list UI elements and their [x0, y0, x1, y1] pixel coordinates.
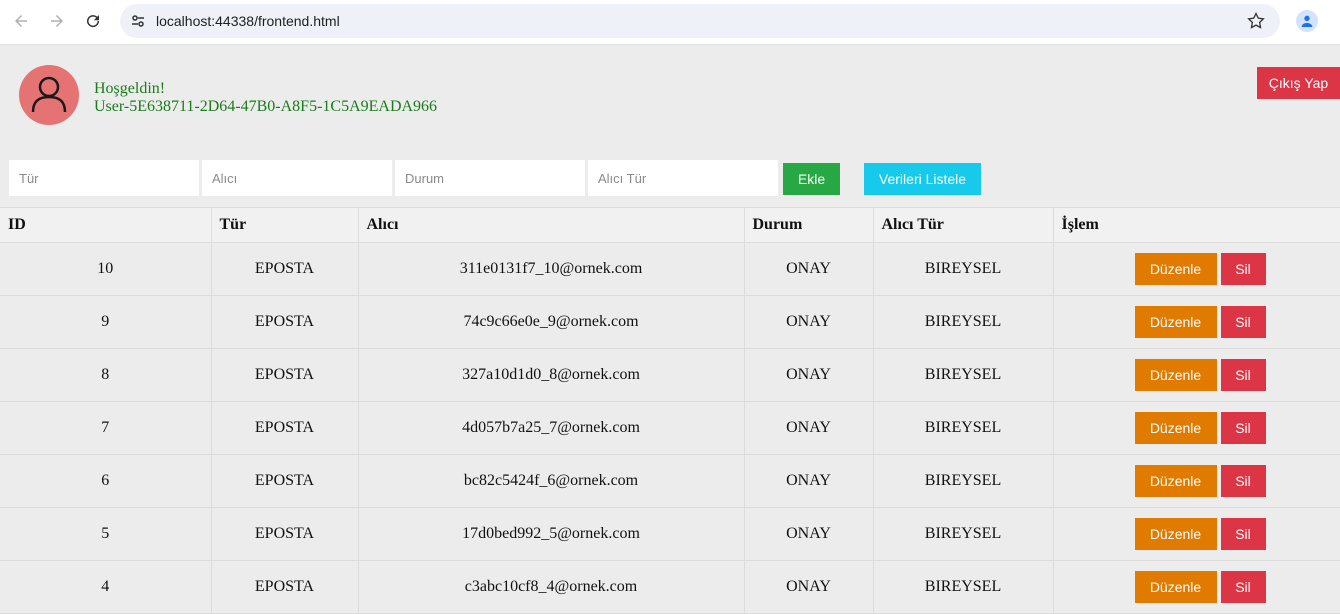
logout-button[interactable]: Çıkış Yap	[1257, 67, 1340, 99]
forward-arrow-icon[interactable]	[46, 10, 68, 32]
cell-alici: c3abc10cf8_4@ornek.com	[357, 560, 745, 614]
cell-alici: 74c9c66e0e_9@ornek.com	[357, 295, 745, 349]
cell-alici-tur: BIREYSEL	[872, 401, 1054, 455]
browser-toolbar: localhost:44338/frontend.html	[0, 0, 1340, 45]
cell-alici-tur: BIREYSEL	[872, 507, 1054, 561]
cell-durum: ONAY	[743, 454, 874, 508]
delete-button[interactable]: Sil	[1220, 253, 1266, 285]
cell-actions: Düzenle Sil	[1052, 295, 1340, 349]
address-bar[interactable]: localhost:44338/frontend.html	[120, 4, 1280, 38]
bookmark-star-icon[interactable]	[1246, 11, 1266, 31]
table-row: 4 EPOSTA c3abc10cf8_4@ornek.com ONAY BIREYSE…	[0, 560, 1340, 614]
edit-button[interactable]: Düzenle	[1134, 518, 1217, 550]
cell-tur: EPOSTA	[210, 348, 359, 402]
user-id-text: User-5E638711-2D64-47B0-A8F5-1C5A9EADA96…	[94, 98, 438, 115]
delete-button[interactable]: Sil	[1220, 412, 1266, 444]
edit-button[interactable]: Düzenle	[1134, 465, 1217, 497]
cell-durum: ONAY	[743, 348, 874, 402]
edit-button[interactable]: Düzenle	[1134, 253, 1217, 285]
cell-tur: EPOSTA	[210, 560, 359, 614]
cell-actions: Düzenle Sil	[1052, 560, 1340, 614]
header-durum: Durum	[743, 207, 874, 243]
cell-actions: Düzenle Sil	[1052, 348, 1340, 402]
cell-durum: ONAY	[743, 507, 874, 561]
table-row: 10 EPOSTA 311e0131f7_10@ornek.com ONAY BIREY…	[0, 242, 1340, 296]
cell-alici: 327a10d1d0_8@ornek.com	[357, 348, 745, 402]
header-alici-tur: Alıcı Tür	[872, 207, 1054, 243]
delete-button[interactable]: Sil	[1220, 359, 1266, 391]
cell-tur: EPOSTA	[210, 295, 359, 349]
delete-button[interactable]: Sil	[1220, 518, 1266, 550]
alici-tur-input[interactable]	[588, 160, 778, 196]
cell-id: 7	[0, 401, 212, 455]
add-button[interactable]: Ekle	[783, 163, 840, 195]
cell-tur: EPOSTA	[210, 242, 359, 296]
edit-button[interactable]: Düzenle	[1134, 359, 1217, 391]
cell-alici-tur: BIREYSEL	[872, 242, 1054, 296]
cell-alici: bc82c5424f_6@ornek.com	[357, 454, 745, 508]
header-alici: Alıcı	[357, 207, 745, 243]
user-avatar-icon	[19, 65, 79, 125]
cell-alici: 311e0131f7_10@ornek.com	[357, 242, 745, 296]
cell-actions: Düzenle Sil	[1052, 242, 1340, 296]
cell-id: 5	[0, 507, 212, 561]
cell-id: 6	[0, 454, 212, 508]
cell-alici-tur: BIREYSEL	[872, 560, 1054, 614]
cell-alici: 4d057b7a25_7@ornek.com	[357, 401, 745, 455]
cell-actions: Düzenle Sil	[1052, 507, 1340, 561]
cell-tur: EPOSTA	[210, 507, 359, 561]
cell-id: 9	[0, 295, 212, 349]
edit-button[interactable]: Düzenle	[1134, 571, 1217, 603]
edit-button[interactable]: Düzenle	[1134, 412, 1217, 444]
tur-input[interactable]	[9, 160, 199, 196]
edit-button[interactable]: Düzenle	[1134, 306, 1217, 338]
records-table: ID Tür Alıcı Durum Alıcı Tür İşlem 10 EPO…	[0, 207, 1340, 614]
cell-alici-tur: BIREYSEL	[872, 348, 1054, 402]
reload-icon[interactable]	[82, 10, 104, 32]
cell-durum: ONAY	[743, 401, 874, 455]
welcome-block: Hoşgeldin! User-5E638711-2D64-47B0-A8F5-…	[94, 80, 437, 116]
cell-alici-tur: BIREYSEL	[872, 295, 1054, 349]
durum-input[interactable]	[395, 160, 585, 196]
cell-id: 8	[0, 348, 212, 402]
cell-tur: EPOSTA	[210, 401, 359, 455]
header-id: ID	[0, 207, 212, 243]
table-row: 6 EPOSTA bc82c5424f_6@ornek.com ONAY BIREYSE…	[0, 454, 1340, 508]
table-row: 8 EPOSTA 327a10d1d0_8@ornek.com ONAY BIREYSE…	[0, 348, 1340, 402]
cell-durum: ONAY	[743, 295, 874, 349]
table-row: 7 EPOSTA 4d057b7a25_7@ornek.com ONAY BIREYSE…	[0, 401, 1340, 455]
profile-icon[interactable]	[1296, 10, 1318, 32]
cell-actions: Düzenle Sil	[1052, 401, 1340, 455]
header-islem: İşlem	[1052, 207, 1340, 243]
alici-input[interactable]	[202, 160, 392, 196]
cell-actions: Düzenle Sil	[1052, 454, 1340, 508]
cell-durum: ONAY	[743, 242, 874, 296]
url-text[interactable]: localhost:44338/frontend.html	[156, 13, 340, 29]
delete-button[interactable]: Sil	[1220, 571, 1266, 603]
list-data-button[interactable]: Verileri Listele	[864, 163, 981, 195]
welcome-text: Hoşgeldin!	[94, 80, 166, 97]
back-arrow-icon[interactable]	[10, 10, 32, 32]
cell-tur: EPOSTA	[210, 454, 359, 508]
cell-id: 4	[0, 560, 212, 614]
cell-alici-tur: BIREYSEL	[872, 454, 1054, 508]
cell-alici: 17d0bed992_5@ornek.com	[357, 507, 745, 561]
table-header-row: ID Tür Alıcı Durum Alıcı Tür İşlem	[0, 207, 1340, 243]
table-row: 9 EPOSTA 74c9c66e0e_9@ornek.com ONAY BIREYSE…	[0, 295, 1340, 349]
delete-button[interactable]: Sil	[1220, 306, 1266, 338]
table-row: 5 EPOSTA 17d0bed992_5@ornek.com ONAY BIREYSE…	[0, 507, 1340, 561]
cell-durum: ONAY	[743, 560, 874, 614]
site-settings-icon[interactable]	[130, 13, 146, 29]
delete-button[interactable]: Sil	[1220, 465, 1266, 497]
cell-id: 10	[0, 242, 212, 296]
header-tur: Tür	[210, 207, 359, 243]
